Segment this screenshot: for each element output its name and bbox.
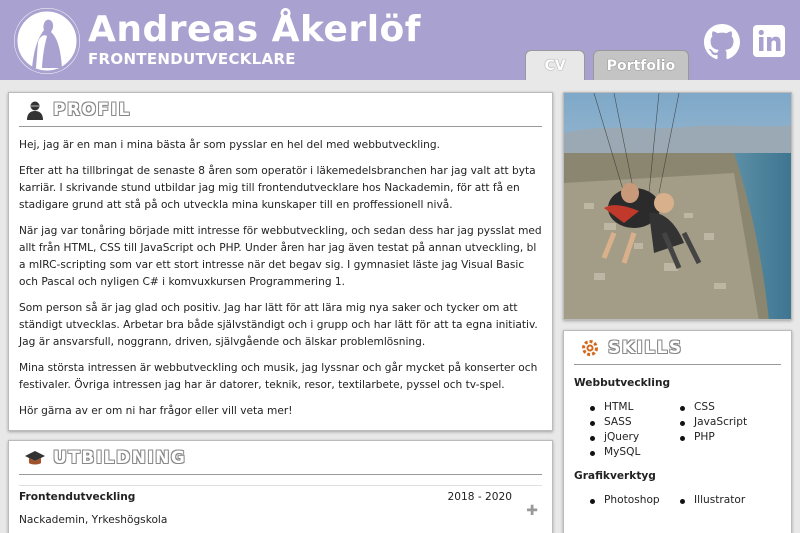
paragliding-photo (564, 93, 791, 319)
logo (14, 8, 80, 74)
profile-paragraph: Efter att ha tillbringat de senaste 8 år… (19, 165, 536, 211)
skills-heading: SKILLS (608, 337, 683, 358)
tab-portfolio[interactable]: Portfolio (593, 50, 689, 80)
site-subtitle: FRONTENDUTVECKLARE (88, 50, 296, 68)
skills-header: SKILLS (574, 331, 781, 365)
profile-heading: PROFIL (53, 99, 131, 120)
profile-paragraph: Mina största intressen är webbutveckling… (19, 362, 538, 391)
profile-paragraph: Som person så är jag glad och positiv. J… (19, 302, 538, 348)
education-years: 2018 - 2020 (447, 491, 512, 503)
education-school: Nackademin, Yrkeshögskola (19, 514, 168, 526)
skill-item: PHP (680, 431, 784, 443)
site-header: Andreas Åkerlöf FRONTENDUTVECKLARE CV Po… (0, 0, 800, 80)
education-card: UTBILDNING Frontendutveckling 2018 - 202… (8, 440, 553, 533)
skill-category: Grafikverktyg (574, 470, 656, 482)
education-header: UTBILDNING (19, 441, 542, 475)
graduation-cap-icon (25, 450, 45, 464)
skills-card: SKILLS Webbutveckling HTML CSS SASS Java… (563, 330, 792, 533)
profile-paragraph: När jag var tonåring började mitt intres… (19, 225, 542, 288)
profile-header: PROFIL (19, 93, 542, 127)
skill-item: MySQL (590, 446, 694, 458)
profile-photo (563, 92, 792, 320)
skill-item: JavaScript (680, 416, 784, 428)
github-icon[interactable] (704, 24, 740, 60)
site-name: Andreas Åkerlöf (88, 9, 421, 50)
profile-paragraph: Hej, jag är en man i mina bästa år som p… (19, 139, 440, 151)
skill-list: Photoshop Illustrator (590, 494, 791, 506)
skill-item: CSS (680, 401, 784, 413)
tab-cv[interactable]: CV (525, 50, 585, 80)
education-heading: UTBILDNING (53, 447, 187, 468)
education-item[interactable]: Frontendutveckling 2018 - 2020 Nackademi… (19, 485, 542, 526)
person-icon (27, 101, 43, 120)
linkedin-icon[interactable] (752, 24, 786, 58)
cogs-icon (582, 339, 598, 356)
skill-item: Illustrator (680, 494, 784, 506)
profile-card: PROFIL Hej, jag är en man i mina bästa å… (8, 92, 553, 431)
skill-list: HTML CSS SASS JavaScript jQuery PHP MySQ… (590, 401, 791, 458)
expand-plus-icon[interactable]: ✚ (526, 503, 538, 519)
skill-category: Webbutveckling (574, 377, 671, 389)
profile-paragraph: Hör gärna av er om ni har frågor eller v… (19, 405, 293, 417)
